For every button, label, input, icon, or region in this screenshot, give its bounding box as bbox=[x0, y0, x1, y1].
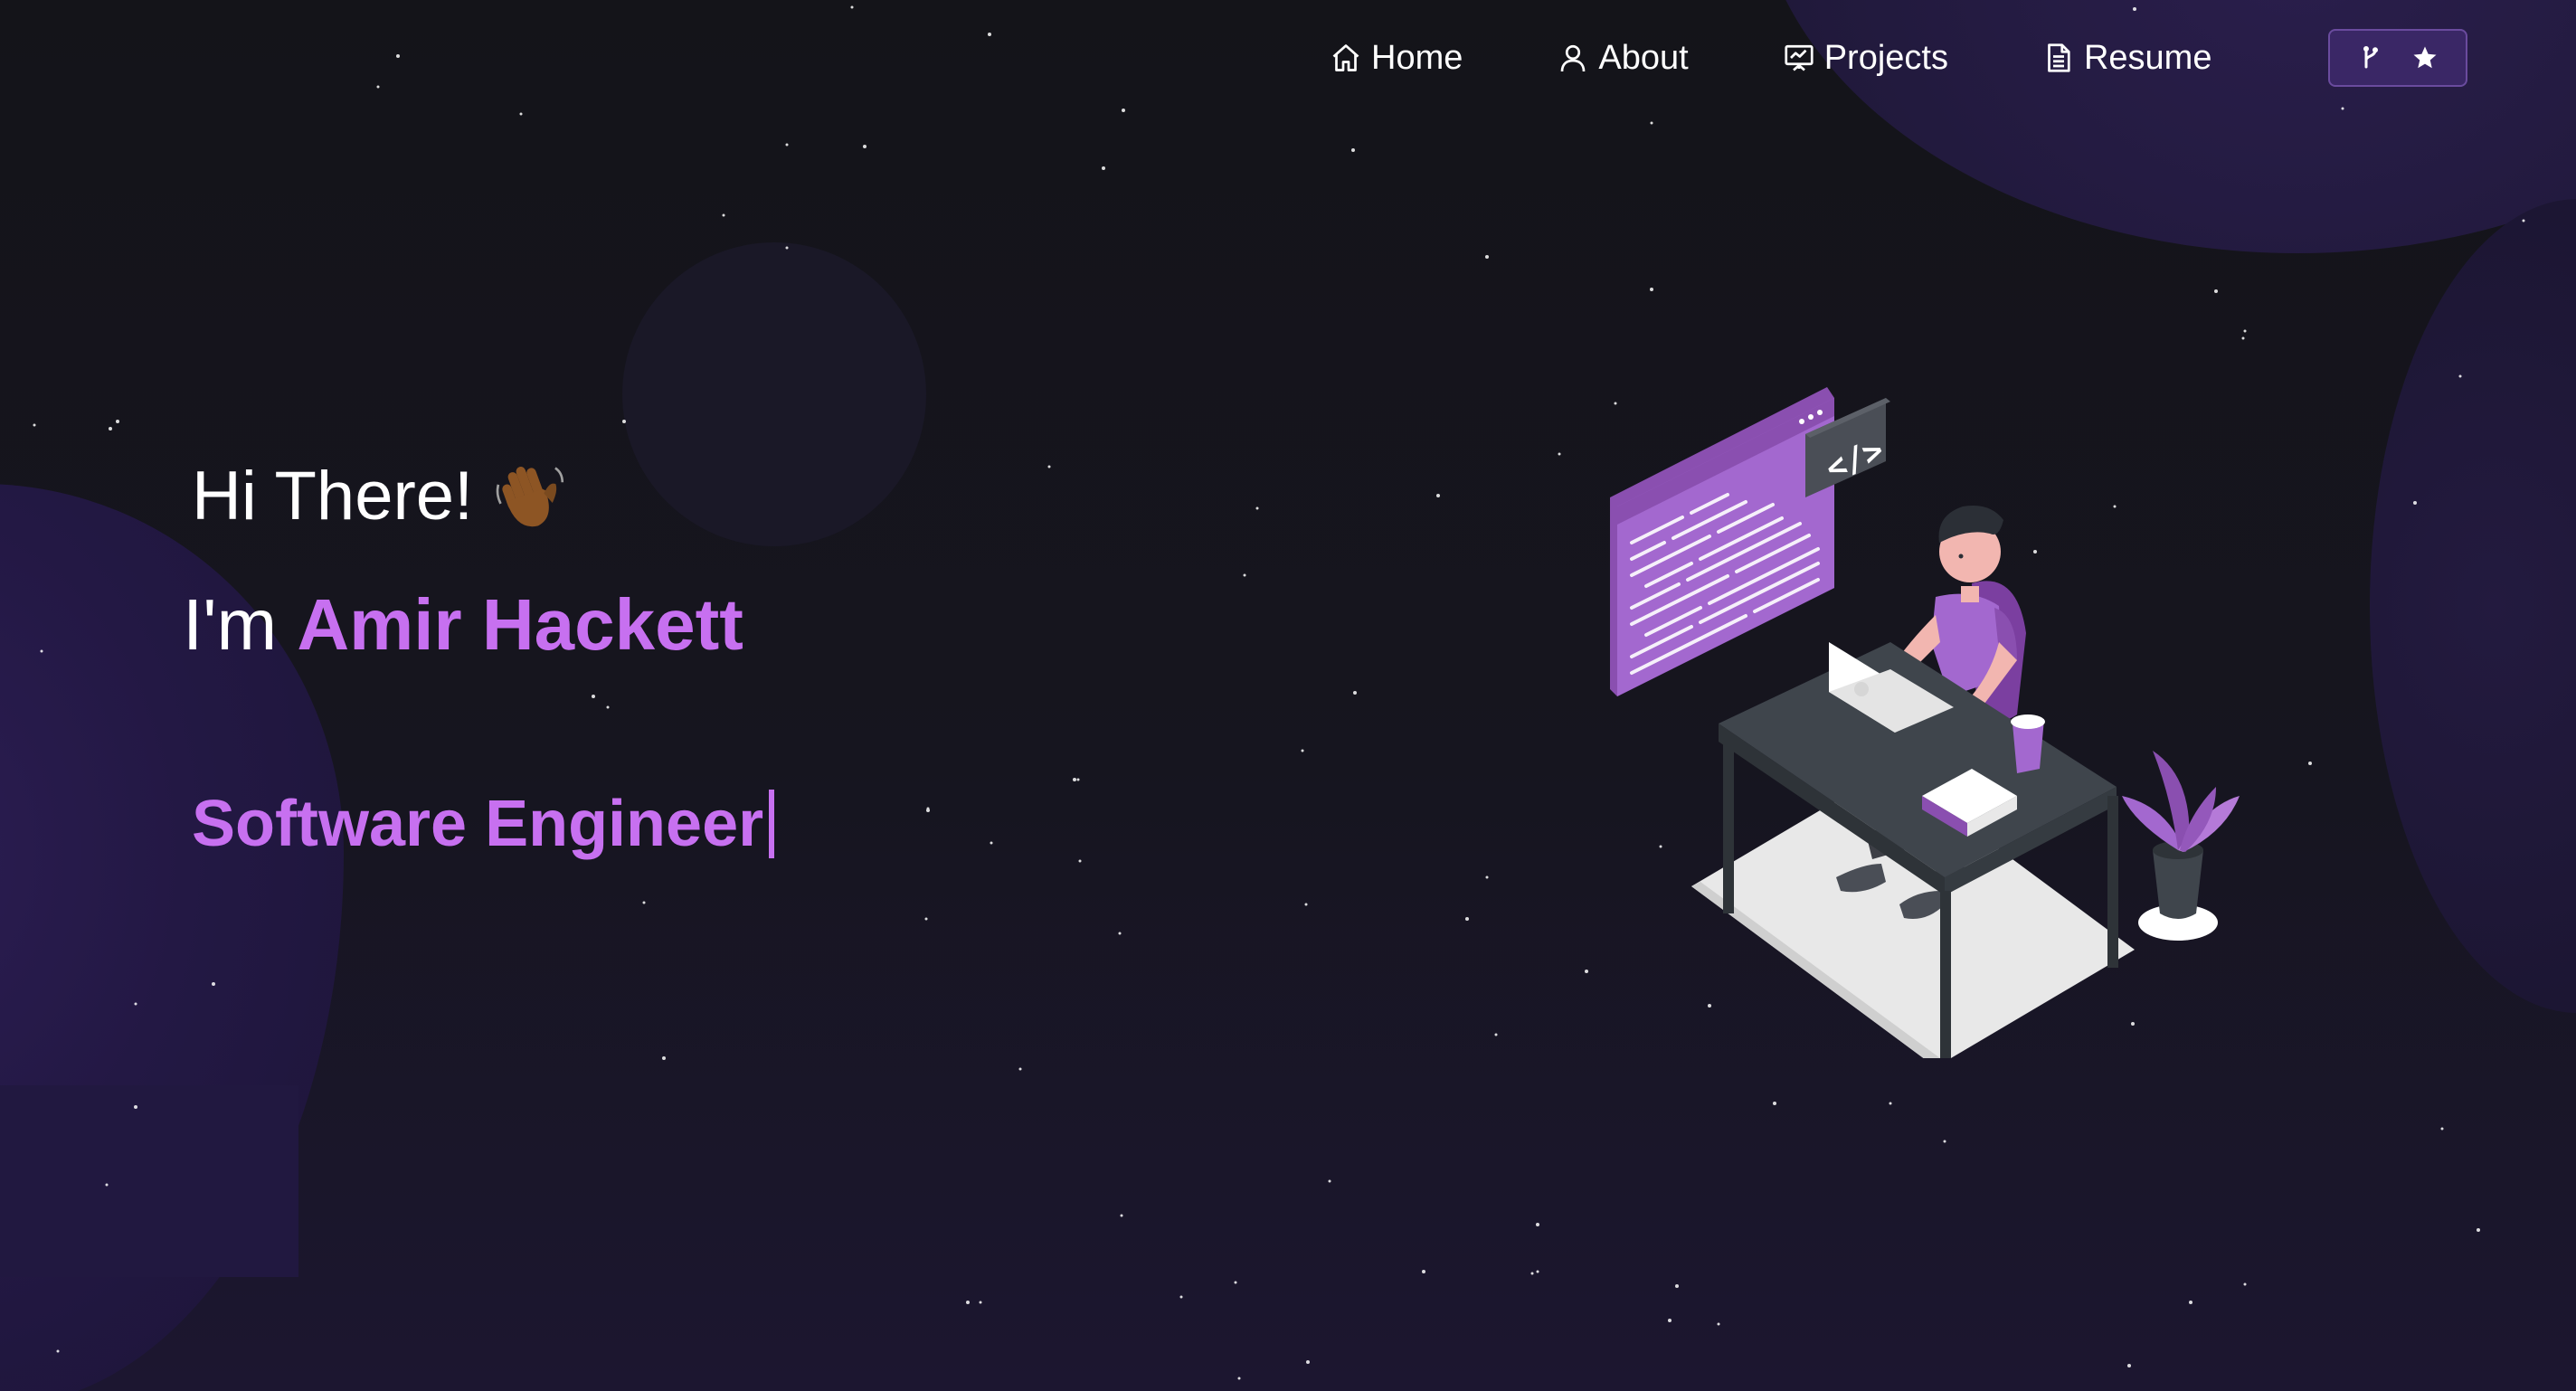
nav-home-label: Home bbox=[1371, 38, 1463, 77]
home-icon bbox=[1332, 44, 1359, 71]
waving-hand-icon bbox=[496, 466, 564, 526]
intro-prefix: I'm bbox=[183, 584, 278, 665]
greeting-text: Hi There! bbox=[192, 458, 474, 535]
greeting-heading: Hi There! bbox=[192, 457, 567, 535]
nav-about-label: About bbox=[1598, 38, 1689, 77]
nav-about[interactable]: About bbox=[1557, 38, 1689, 78]
user-icon bbox=[1561, 44, 1586, 72]
intro-heading: I'm Amir Hackett bbox=[183, 583, 743, 667]
presentation-icon bbox=[1785, 44, 1814, 71]
developer-at-desk-illustration: </> bbox=[1610, 387, 2240, 1058]
top-navigation: Home About Projects Resume bbox=[1330, 27, 2306, 89]
git-fork-icon bbox=[2363, 45, 2379, 69]
nav-projects-label: Projects bbox=[1823, 38, 1948, 77]
nav-home[interactable]: Home bbox=[1330, 39, 1463, 78]
star-icon bbox=[2413, 46, 2437, 69]
typing-cursor bbox=[769, 790, 775, 858]
hero-section: Home About Projects Resume Hi There! I'm… bbox=[0, 0, 2576, 1391]
document-icon bbox=[2048, 43, 2070, 72]
role-text: Software Engineer bbox=[192, 788, 764, 860]
typewriter-role: Software Engineer bbox=[192, 787, 775, 861]
developer-name: Amir Hackett bbox=[297, 584, 743, 665]
github-star-fork-button[interactable] bbox=[2328, 29, 2467, 87]
nav-resume-label: Resume bbox=[2083, 38, 2212, 77]
nav-resume[interactable]: Resume bbox=[2042, 38, 2212, 78]
nav-projects[interactable]: Projects bbox=[1783, 39, 1948, 78]
